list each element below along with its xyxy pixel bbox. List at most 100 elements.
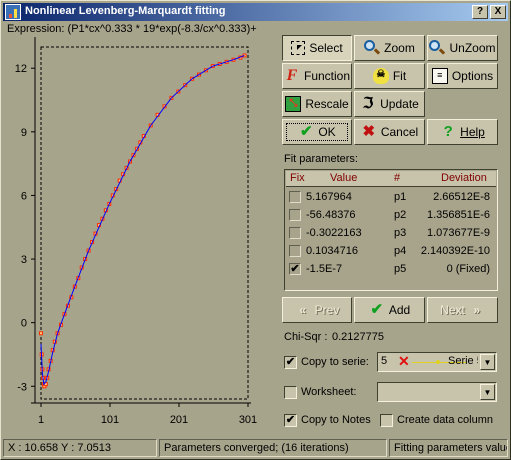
zoom-label: Zoom [384,41,415,55]
fitting-dialog: Nonlinear Levenberg-Marquardt fitting ? … [0,0,511,460]
add-button[interactable]: ✔ Add [354,297,425,323]
ok-label: OK [318,125,336,139]
param-name: p1 [394,191,407,203]
y-tick-label: 9 [21,127,27,139]
cancel-button[interactable]: ✖ Cancel [354,119,425,145]
update-label: Update [380,97,419,111]
serie-dot-icon [436,360,440,364]
param-deviation: 2.140392E-10 [420,245,490,257]
magnifier-plus-icon [364,40,381,56]
chevron-down-icon[interactable]: ▼ [480,354,495,370]
table-row[interactable]: 5.167964 p1 2.66512E-8 [286,189,496,206]
param-name: p3 [394,227,407,239]
param-deviation: 0 (Fixed) [446,263,490,275]
fit-plot[interactable]: -3 0 3 6 9 12 1 101 201 301 [1,37,276,437]
worksheet-checkbox[interactable] [284,386,297,399]
table-row[interactable]: -56.48376 p2 1.356851E-6 [286,207,496,224]
checkmark-icon: ✔ [300,123,313,140]
checkmark-icon: ✔ [370,301,384,318]
update-button[interactable]: ℑ Update [354,91,425,117]
select-icon [291,41,306,55]
serie-select[interactable]: 5 ✕ Serie 5 ▼ [377,352,497,372]
rescale-icon: ⤡ [285,96,302,112]
title-bar: Nonlinear Levenberg-Marquardt fitting ? … [3,3,508,21]
fit-parameters-label: Fit parameters: [284,153,358,165]
double-chevron-right-icon: » [473,303,481,317]
grid-header: Fix Value # Deviation [286,171,496,187]
copy-to-serie-checkbox[interactable]: ✔ [284,356,297,369]
status-message: Parameters converged; (16 iterations) [159,439,387,457]
copy-to-notes-label: Copy to Notes [301,414,371,426]
table-row[interactable]: 0.1034716 p4 2.140392E-10 [286,243,496,260]
zoom-button[interactable]: Zoom [354,35,425,61]
x-tick-label: 101 [101,414,119,426]
plot-frame [40,46,249,400]
window-title: Nonlinear Levenberg-Marquardt fitting [25,5,226,17]
x-tick-label: 201 [170,414,188,426]
y-tick-label: 6 [21,190,27,202]
fix-checkbox[interactable] [289,209,301,221]
create-column-checkbox[interactable] [380,414,393,427]
fix-checkbox[interactable] [289,191,301,203]
unzoom-label: UnZoom [449,41,496,55]
serie-index: 5 [381,355,388,367]
rescale-button[interactable]: ⤡ Rescale [282,91,352,117]
create-column-label: Create data column [397,414,493,426]
param-name: p2 [394,209,407,221]
param-value[interactable]: -1.5E-7 [306,263,342,275]
chevron-down-icon[interactable]: ▼ [480,384,495,400]
table-row[interactable]: -0.3022163 p3 1.073677E-9 [286,225,496,242]
options-button[interactable]: ≡ Options [427,63,498,89]
function-button[interactable]: F Function [282,63,352,89]
help-title-button[interactable]: ? [472,5,488,19]
param-value[interactable]: -0.3022163 [306,227,362,239]
app-chart-icon [5,4,21,20]
next-button[interactable]: Next » [427,297,498,323]
expression-label: Expression: (P1*cx^0.333 * 19*exp(-8.3/c… [7,23,257,35]
x-tick-label: 301 [239,414,257,426]
col-fix: Fix [290,172,305,184]
rescale-label: Rescale [305,97,349,111]
y-tick-label: 0 [21,318,27,330]
close-title-button[interactable]: X [490,5,506,19]
status-hint: Fitting parameters values [389,439,508,457]
fit-parameters-grid[interactable]: Fix Value # Deviation 5.167964 p1 2.6651… [284,169,498,291]
param-value[interactable]: 5.167964 [306,191,352,203]
x-tick-label: 1 [38,414,44,426]
prev-button[interactable]: « Prev [282,297,352,323]
add-label: Add [388,303,411,317]
status-coords: X : 10.658 Y : 7.0513 [3,439,157,457]
cancel-label: Cancel [380,125,419,139]
chi-sqr-value: 0.2127775 [332,331,384,343]
fit-button[interactable]: ☠ Fit [354,63,425,89]
table-row[interactable]: ✔ -1.5E-7 p5 0 (Fixed) [286,261,496,278]
y-tick-label: 12 [15,63,27,75]
help-label: Help [460,125,485,139]
skull-icon: ☠ [372,68,389,84]
worksheet-label: Worksheet: [301,386,357,398]
ok-button[interactable]: ✔ OK [282,119,352,145]
copy-to-notes-checkbox[interactable]: ✔ [284,414,297,427]
param-value[interactable]: 0.1034716 [306,245,358,257]
select-label: Select [309,41,343,55]
unzoom-button[interactable]: UnZoom [427,35,498,61]
question-icon: ? [443,123,453,140]
col-value: Value [330,172,358,184]
help-button[interactable]: ? Help [427,119,498,145]
prev-label: Prev [314,303,340,317]
copy-to-serie-label: Copy to serie: [301,356,369,368]
worksheet-select[interactable]: ▼ [377,382,497,402]
serie-marker-icon: ✕ [398,353,410,369]
update-icon: ℑ [362,95,374,112]
col-param: # [394,172,401,184]
fit-curve-line [40,55,245,386]
fix-checkbox[interactable] [289,245,301,257]
select-button[interactable]: Select [282,35,352,61]
next-label: Next [440,303,465,317]
y-tick-label: -3 [17,381,27,393]
fix-checkbox[interactable]: ✔ [289,263,301,275]
param-value[interactable]: -56.48376 [306,209,356,221]
fix-checkbox[interactable] [289,227,301,239]
serie-name: Serie 5 [448,355,478,367]
options-list-icon: ≡ [431,68,448,84]
